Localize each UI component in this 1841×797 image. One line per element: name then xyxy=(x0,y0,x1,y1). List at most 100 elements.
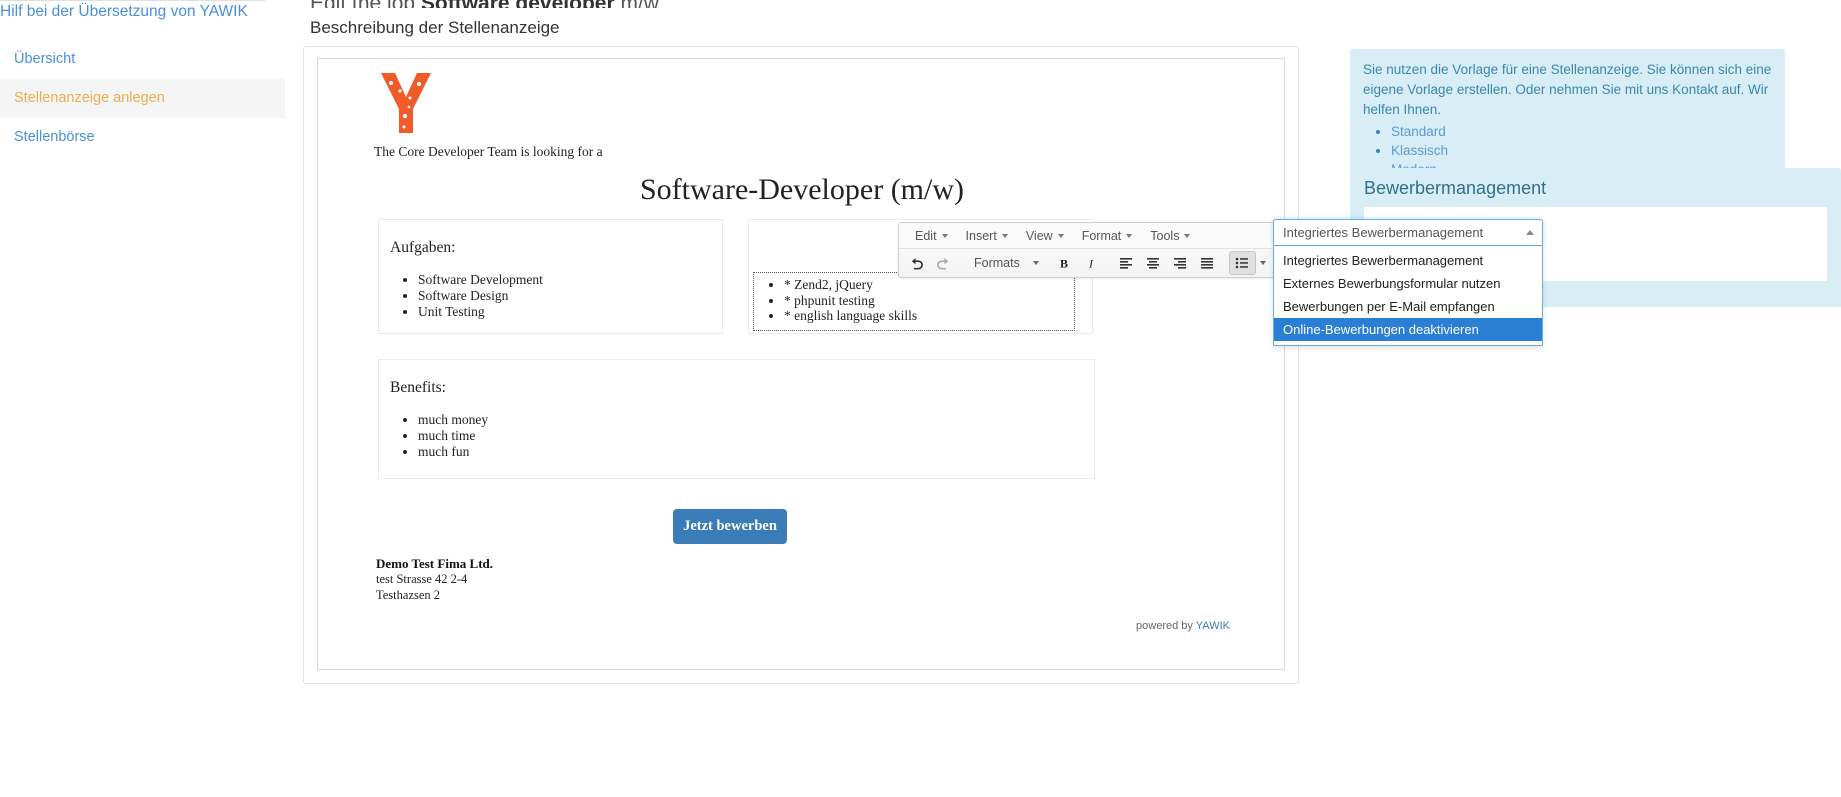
template-link-klassisch[interactable]: Klassisch xyxy=(1391,143,1448,158)
template-link-standard[interactable]: Standard xyxy=(1391,124,1446,139)
tinymce-menubar: Edit Insert View Format Tools xyxy=(899,223,1327,249)
modus-select-button[interactable]: Integriertes Bewerbermanagement xyxy=(1273,219,1543,246)
text-style-group: B I xyxy=(1051,251,1105,275)
tinymce-toolbar: Formats B I xyxy=(899,249,1366,277)
yawik-logo-icon xyxy=(375,71,437,137)
right-column: Sie nutzen die Vorlage für eine Stellena… xyxy=(1350,0,1841,797)
align-center-button[interactable] xyxy=(1140,251,1167,275)
align-left-button[interactable] xyxy=(1113,251,1140,275)
menu-format-label: Format xyxy=(1081,228,1122,243)
page-title: Edit the job Software developer m/w xyxy=(310,0,1210,8)
alignment-group xyxy=(1113,251,1221,275)
modus-dropdown-list: Integriertes Bewerbermanagement Externes… xyxy=(1273,246,1543,346)
menu-edit-label: Edit xyxy=(915,228,937,243)
list-item: * Zend2, jQuery xyxy=(784,277,1074,293)
formats-button[interactable]: Formats xyxy=(965,251,1029,275)
italic-icon: I xyxy=(1084,256,1098,271)
menu-insert[interactable]: Insert xyxy=(960,227,1020,245)
company-street: test Strasse 42 2-4 xyxy=(376,572,468,586)
benefits-label: Benefits: xyxy=(390,379,446,396)
modus-selected-value: Integriertes Bewerbermanagement xyxy=(1283,225,1484,240)
job-preview-frame: The Core Developer Team is looking for a… xyxy=(317,58,1285,670)
bullet-list-button[interactable] xyxy=(1228,251,1256,275)
tinymce-editable-area[interactable]: * Zend2, jQuery * phpunit testing * engl… xyxy=(753,272,1075,331)
menu-view-label: View xyxy=(1025,228,1053,243)
bold-button[interactable]: B xyxy=(1051,251,1078,275)
align-right-button[interactable] xyxy=(1167,251,1194,275)
modus-select-wrapper: Integriertes Bewerbermanagement Integrie… xyxy=(1273,219,1543,346)
menu-format[interactable]: Format xyxy=(1076,227,1145,245)
undo-icon xyxy=(909,256,924,271)
bold-icon: B xyxy=(1057,256,1071,271)
list-item: Software Development xyxy=(418,272,543,288)
modus-option-extern[interactable]: Externes Bewerbungsformular nutzen xyxy=(1274,272,1542,295)
align-right-icon xyxy=(1173,256,1187,270)
redo-button[interactable] xyxy=(930,251,957,275)
chevron-down-icon xyxy=(1184,234,1191,239)
looking-for-text: The Core Developer Team is looking for a xyxy=(374,144,603,159)
company-address-block: Demo Test Fima Ltd. test Strasse 42 2-4 … xyxy=(376,556,493,603)
page-title-suffix: m/w xyxy=(615,0,659,8)
bullist-group xyxy=(1228,251,1270,275)
section-title: Beschreibung der Stellenanzeige xyxy=(310,18,560,37)
help-translation-link[interactable]: Hilf bei der Übersetzung von YAWIK xyxy=(0,3,265,21)
menu-tools-label: Tools xyxy=(1150,228,1180,243)
aufgaben-list: Software Development Software Design Uni… xyxy=(396,272,543,320)
powered-by-text: powered by xyxy=(1136,620,1196,632)
formats-chevron-down-icon[interactable] xyxy=(1029,251,1043,275)
powered-by: powered by YAWIK xyxy=(1136,620,1230,632)
sidebar-item-uebersicht[interactable]: Übersicht xyxy=(0,40,285,79)
job-preview-card: The Core Developer Team is looking for a… xyxy=(303,46,1299,684)
svg-text:I: I xyxy=(1088,257,1094,271)
modus-option-integriert[interactable]: Integriertes Bewerbermanagement xyxy=(1274,249,1542,272)
list-item: Standard xyxy=(1391,122,1772,141)
yawik-brand-link[interactable]: YAWIK xyxy=(1196,620,1230,632)
applicant-management-heading: Bewerbermanagement xyxy=(1364,178,1547,198)
menu-tools[interactable]: Tools xyxy=(1144,227,1202,245)
sidebar-item-stellenboerse[interactable]: Stellenbörse xyxy=(0,118,285,157)
align-justify-button[interactable] xyxy=(1194,251,1221,275)
app-root: Hilf bei der Übersetzung von YAWIK Übers… xyxy=(0,0,1841,797)
chevron-down-icon xyxy=(1001,234,1008,239)
undo-button[interactable] xyxy=(903,251,930,275)
list-item: Klassisch xyxy=(1391,141,1772,160)
sidebar-nav: Übersicht Stellenanzeige anlegen Stellen… xyxy=(0,40,285,157)
align-justify-icon xyxy=(1200,256,1214,270)
redo-icon xyxy=(936,256,951,271)
align-center-icon xyxy=(1146,256,1160,270)
company-city: Testhazsen 2 xyxy=(376,587,441,602)
bullet-list-icon xyxy=(1235,256,1249,270)
sidebar-help-block: Hilf bei der Übersetzung von YAWIK xyxy=(0,0,265,21)
tinymce-toolbar-panel: Edit Insert View Format Tools Formats B … xyxy=(898,222,1366,278)
list-item: * phpunit testing xyxy=(784,293,1074,309)
list-item: much money xyxy=(418,412,488,428)
formats-group: Formats xyxy=(965,251,1043,275)
bullet-list-chevron-down-icon[interactable] xyxy=(1256,251,1270,275)
chevron-up-icon xyxy=(1526,230,1534,235)
list-item: Unit Testing xyxy=(418,304,543,320)
aufgaben-label: Aufgaben: xyxy=(390,239,456,256)
page-title-prefix: Edit the job xyxy=(310,0,421,8)
benefits-list: much money much time much fun xyxy=(396,412,488,460)
company-name: Demo Test Fima Ltd. xyxy=(376,556,493,571)
svg-text:B: B xyxy=(1060,257,1068,271)
align-left-icon xyxy=(1119,256,1133,270)
list-item: Software Design xyxy=(418,288,543,304)
list-item: much fun xyxy=(418,444,488,460)
modus-option-email[interactable]: Bewerbungen per E-Mail empfangen xyxy=(1274,295,1542,318)
menu-edit[interactable]: Edit xyxy=(909,227,960,245)
formats-label: Formats xyxy=(974,256,1020,270)
sidebar-item-stellenanzeige-anlegen[interactable]: Stellenanzeige anlegen xyxy=(0,79,285,118)
page-title-job: Software developer xyxy=(421,0,615,8)
sidebar: Hilf bei der Übersetzung von YAWIK Übers… xyxy=(0,0,285,797)
modus-option-deaktiviert[interactable]: Online-Bewerbungen deaktivieren xyxy=(1274,318,1542,341)
chevron-down-icon xyxy=(1057,234,1064,239)
requirements-list: * Zend2, jQuery * phpunit testing * engl… xyxy=(754,277,1074,324)
chevron-down-icon xyxy=(941,234,948,239)
history-group xyxy=(903,251,957,275)
chevron-down-icon xyxy=(1126,234,1133,239)
apply-now-button[interactable]: Jetzt bewerben xyxy=(673,509,787,544)
list-item: * english language skills xyxy=(784,308,1074,324)
menu-view[interactable]: View xyxy=(1020,227,1076,245)
italic-button[interactable]: I xyxy=(1078,251,1105,275)
